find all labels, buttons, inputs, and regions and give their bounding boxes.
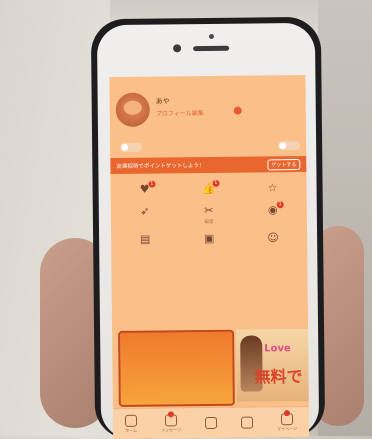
tools-icon: ✂ [204, 203, 214, 218]
tab-item[interactable]: メッセージ [161, 410, 182, 433]
tab-item[interactable]: マイページ [277, 409, 298, 432]
edit-info-icon[interactable] [233, 106, 242, 115]
tab-badge [167, 410, 175, 417]
phone-front-panel: あや プロフィール編集 友達招待でポイントゲットしよう！ ゲットする ♥ 1 👍… [96, 22, 320, 439]
tab-item[interactable]: ホーム [124, 414, 138, 433]
tab-label: マイページ [277, 425, 298, 431]
menu-item[interactable]: ▣ [177, 231, 241, 248]
menu-item[interactable]: ♥ 1 [113, 180, 177, 198]
front-camera-icon [173, 44, 182, 53]
notification-badge: 1 [148, 180, 156, 188]
board-icon [241, 416, 254, 429]
avatar[interactable] [115, 92, 150, 127]
smartphone: あや プロフィール編集 友達招待でポイントゲットしよう！ ゲットする ♥ 1 👍… [90, 16, 326, 439]
ad-right-headline: Love [264, 343, 291, 355]
get-points-button[interactable]: ゲットする [267, 158, 301, 170]
menu-item[interactable]: 👍 1 [177, 179, 241, 198]
earpiece-speaker [193, 45, 230, 52]
menu-item[interactable]: ▤ [113, 233, 177, 248]
smile-icon: ☺ [267, 231, 279, 245]
ad-right-tagline: 無料で [254, 367, 303, 387]
notification-badge: 1 [276, 201, 284, 209]
notification-toggles [110, 137, 306, 158]
ad-banner-right[interactable]: Love 無料で [236, 328, 309, 402]
menu-item[interactable]: ☺ [241, 231, 305, 247]
username: あや [155, 97, 170, 106]
ad-area: Love 無料で [112, 325, 309, 407]
notification-badge: 1 [212, 179, 220, 187]
notification-toggle-2[interactable] [278, 141, 301, 151]
sensor-icon [208, 33, 215, 39]
home-icon [124, 414, 138, 427]
star-icon: ☆ [267, 181, 278, 195]
tab-item[interactable] [204, 416, 218, 429]
points-icon [204, 416, 218, 429]
tab-label: ホーム [125, 427, 138, 433]
tab-label: メッセージ [161, 426, 182, 433]
profile-edit-link[interactable]: プロフィール編集 [156, 108, 204, 118]
menu-item[interactable]: ☆ [241, 181, 305, 197]
list-icon: ▤ [139, 232, 151, 246]
present-icon: ▣ [203, 231, 215, 246]
menu-grid: ♥ 1 👍 1 ☆ ➶ ✂ 設定 ◉ 1 ▤ ▣ ☺ [110, 172, 307, 254]
app-screen: あや プロフィール編集 友達招待でポイントゲットしよう！ ゲットする ♥ 1 👍… [109, 74, 310, 439]
notification-toggle-1[interactable] [120, 142, 143, 152]
menu-item[interactable]: ◉ 1 [241, 201, 305, 225]
menu-item[interactable]: ✂ 設定 [177, 203, 241, 226]
tab-item[interactable] [241, 416, 254, 429]
rocket-icon: ➶ [140, 204, 150, 218]
bottom-tab-bar: ホーム メッセージ マイページ [112, 405, 310, 439]
profile-header[interactable]: あや プロフィール編集 [110, 87, 307, 139]
menu-item-label: 設定 [204, 219, 214, 226]
ad-banner-left[interactable] [118, 329, 235, 407]
invite-banner-text: 友達招待でポイントゲットしよう！ [116, 163, 205, 170]
tab-badge [283, 409, 291, 416]
menu-item[interactable]: ➶ [113, 205, 177, 226]
